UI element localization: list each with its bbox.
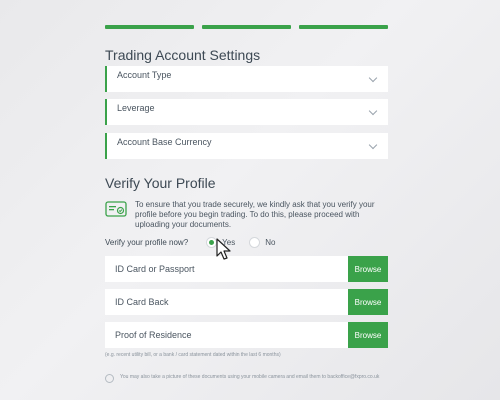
- upload-id-card-back[interactable]: ID Card Back Browse: [105, 289, 388, 315]
- leverage-label: Leverage: [117, 103, 155, 113]
- upload-label: ID Card or Passport: [115, 264, 195, 274]
- mobile-note-text: You may also take a picture of these doc…: [120, 374, 380, 380]
- upload-label: Proof of Residence: [115, 330, 192, 340]
- id-card-icon: [105, 201, 127, 217]
- progress-step-2: [202, 25, 291, 29]
- verify-now-question: Verify your profile now?: [105, 237, 189, 247]
- progress-bar: [105, 25, 388, 29]
- progress-step-3: [299, 25, 388, 29]
- chevron-down-icon: [368, 140, 378, 150]
- browse-button[interactable]: Browse: [348, 322, 388, 348]
- chevron-down-icon: [368, 73, 378, 83]
- browse-button[interactable]: Browse: [348, 256, 388, 282]
- account-type-select[interactable]: Account Type: [105, 66, 388, 92]
- info-icon: [105, 374, 114, 383]
- upload-proof-of-residence[interactable]: Proof of Residence Browse: [105, 322, 388, 348]
- verify-now-row: Verify your profile now? Yes No: [105, 235, 388, 249]
- document-hint: (e.g. recent utility bill, or a bank / c…: [105, 352, 281, 358]
- upload-id-card-passport[interactable]: ID Card or Passport Browse: [105, 256, 388, 282]
- verify-profile-title: Verify Your Profile: [105, 175, 216, 191]
- verify-info-text: To ensure that you trade securely, we ki…: [135, 200, 375, 229]
- verify-no-label: No: [265, 237, 276, 247]
- verify-no-radio[interactable]: No: [249, 236, 276, 248]
- base-currency-label: Account Base Currency: [117, 137, 212, 147]
- upload-label: ID Card Back: [115, 297, 169, 307]
- account-type-label: Account Type: [117, 70, 172, 80]
- chevron-down-icon: [368, 106, 378, 116]
- trading-settings-title: Trading Account Settings: [105, 47, 261, 63]
- progress-step-1: [105, 25, 194, 29]
- mobile-note: You may also take a picture of these doc…: [105, 374, 388, 383]
- mouse-pointer-icon: [216, 238, 231, 260]
- browse-button[interactable]: Browse: [348, 289, 388, 315]
- verify-info: To ensure that you trade securely, we ki…: [105, 200, 388, 230]
- base-currency-select[interactable]: Account Base Currency: [105, 133, 388, 159]
- radio-unselected-icon: [249, 236, 261, 248]
- leverage-select[interactable]: Leverage: [105, 99, 388, 125]
